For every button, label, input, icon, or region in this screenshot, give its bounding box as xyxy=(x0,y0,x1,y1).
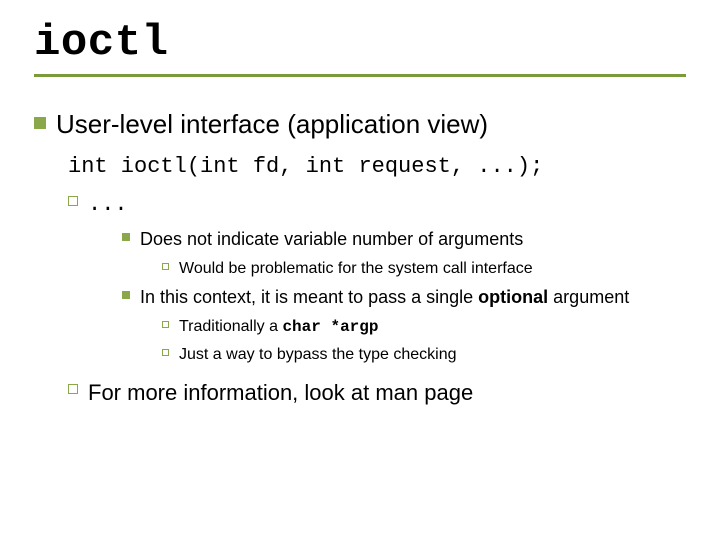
bullet-l4: Would be problematic for the system call… xyxy=(162,258,686,280)
slide: ioctl User-level interface (application … xyxy=(0,0,720,540)
bullet-icon xyxy=(122,291,130,299)
bullet-text: Would be problematic for the system call… xyxy=(179,258,686,280)
text-post: argument xyxy=(548,287,629,307)
bullet-l2: ... xyxy=(68,190,686,220)
bullet-icon xyxy=(162,321,169,328)
bullet-text: For more information, look at man page xyxy=(88,378,686,408)
text-pre: Traditionally a xyxy=(179,318,282,335)
bullet-icon xyxy=(34,117,46,129)
code-text: int ioctl(int fd, int request, ...); xyxy=(68,152,686,182)
bullet-l1: User-level interface (application view) xyxy=(34,107,686,142)
slide-title: ioctl xyxy=(34,18,686,68)
bullet-text: User-level interface (application view) xyxy=(56,107,686,142)
bullet-text: Just a way to bypass the type checking xyxy=(179,344,686,366)
bullet-icon xyxy=(162,349,169,356)
bullet-text: Does not indicate variable number of arg… xyxy=(140,227,686,251)
title-underline xyxy=(34,74,686,77)
code-line: int ioctl(int fd, int request, ...); xyxy=(68,152,686,182)
bullet-text: In this context, it is meant to pass a s… xyxy=(140,285,686,309)
bullet-l4: Just a way to bypass the type checking xyxy=(162,344,686,366)
text-mono-bold: char *argp xyxy=(282,318,378,336)
bullet-l4: Traditionally a char *argp xyxy=(162,316,686,339)
bullet-icon xyxy=(68,196,78,206)
bullet-l3: In this context, it is meant to pass a s… xyxy=(122,285,686,309)
text-bold: optional xyxy=(478,287,548,307)
bullet-text: Traditionally a char *argp xyxy=(179,316,686,339)
bullet-l2: For more information, look at man page xyxy=(68,378,686,408)
bullet-text: ... xyxy=(88,190,686,220)
bullet-icon xyxy=(162,263,169,270)
bullet-icon xyxy=(122,233,130,241)
bullet-icon xyxy=(68,384,78,394)
bullet-l3: Does not indicate variable number of arg… xyxy=(122,227,686,251)
text-pre: In this context, it is meant to pass a s… xyxy=(140,287,478,307)
